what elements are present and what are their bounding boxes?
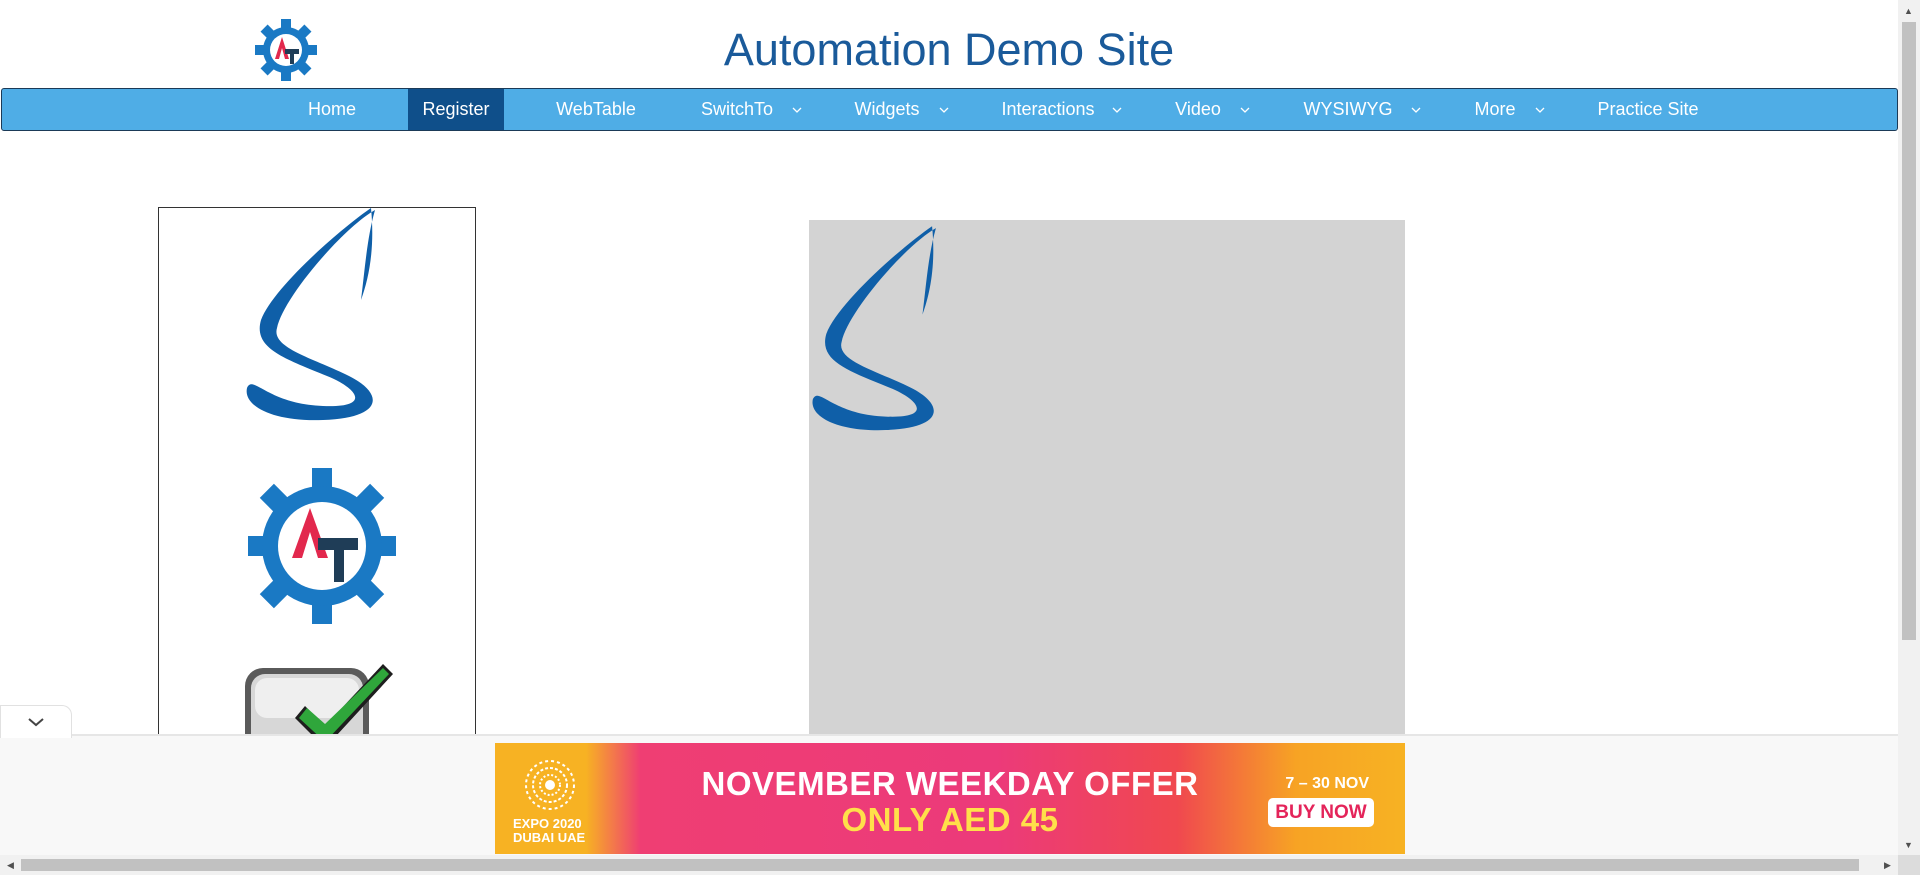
nav-wysiwyg[interactable]: WYSIWYG [1298, 89, 1398, 130]
automation-testing-logo-draggable[interactable] [247, 466, 397, 631]
nav-webtable[interactable]: WebTable [544, 89, 648, 130]
selenium-logo-draggable[interactable] [243, 208, 399, 431]
dropped-selenium-logo[interactable] [809, 220, 959, 447]
automation-testing-logo-icon [248, 468, 396, 624]
selenium-logo-icon [246, 208, 375, 421]
nav-more[interactable]: More [1468, 89, 1522, 130]
scroll-right-arrow-icon[interactable]: ▶ [1879, 857, 1896, 874]
chevron-down-icon [28, 718, 44, 727]
chevron-down-icon[interactable] [1110, 89, 1124, 130]
selenium-logo-icon [812, 226, 936, 431]
horizontal-scrollbar[interactable]: ◀ ▶ [0, 855, 1898, 875]
nav-switchto[interactable]: SwitchTo [694, 89, 780, 130]
horizontal-scroll-thumb[interactable] [21, 859, 1859, 871]
ad-collapse-button[interactable] [0, 705, 72, 738]
ad-dates: 7 – 30 NOV [1285, 775, 1369, 792]
scroll-up-arrow-icon[interactable]: ▲ [1900, 2, 1917, 19]
buy-now-button[interactable]: BUY NOW [1268, 798, 1374, 827]
chevron-down-icon[interactable] [790, 89, 804, 130]
main-navbar: Home Register WebTable SwitchTo Widgets … [1, 88, 1898, 131]
scrollbar-corner [1898, 855, 1920, 875]
nav-widgets[interactable]: Widgets [848, 89, 926, 130]
scroll-left-arrow-icon[interactable]: ◀ [2, 857, 19, 874]
ad-banner[interactable]: EXPO 2020 DUBAI UAE NOVEMBER WEEKDAY OFF… [495, 743, 1405, 854]
nav-home[interactable]: Home [298, 89, 366, 130]
page: Automation Demo Site Home Register WebTa… [0, 0, 1898, 855]
vertical-scroll-thumb[interactable] [1902, 22, 1916, 640]
chevron-down-icon[interactable] [1238, 89, 1252, 130]
nav-video[interactable]: Video [1170, 89, 1226, 130]
ad-headline: NOVEMBER WEEKDAY OFFER [701, 765, 1199, 802]
drag-source-box [158, 207, 476, 749]
drop-target-area[interactable] [809, 220, 1405, 750]
nav-practice-site[interactable]: Practice Site [1592, 89, 1704, 130]
scroll-down-arrow-icon[interactable]: ▼ [1900, 836, 1917, 853]
nav-interactions[interactable]: Interactions [996, 89, 1100, 130]
nav-register[interactable]: Register [408, 89, 504, 130]
chevron-down-icon[interactable] [1409, 89, 1423, 130]
chevron-down-icon[interactable] [1533, 89, 1547, 130]
page-title: Automation Demo Site [723, 24, 1175, 75]
chevron-down-icon[interactable] [937, 89, 951, 130]
vertical-scrollbar[interactable]: ▲ ▼ [1898, 0, 1920, 855]
